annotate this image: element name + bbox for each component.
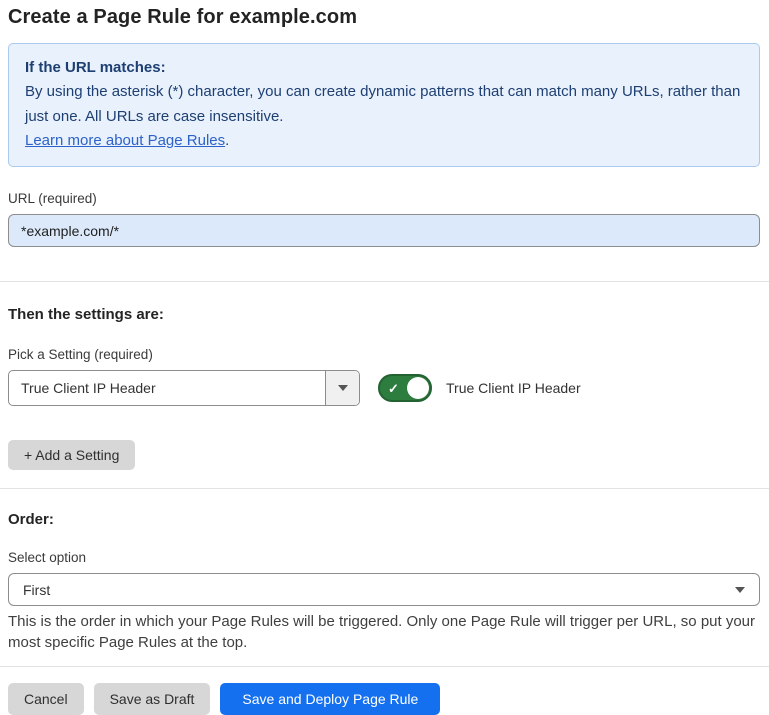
settings-section-heading: Then the settings are: bbox=[8, 306, 760, 323]
setting-row: True Client IP Header ✓ True Client IP H… bbox=[8, 370, 760, 406]
divider bbox=[0, 666, 769, 667]
setting-dropdown-arrow-box[interactable] bbox=[325, 371, 359, 405]
select-option-label: Select option bbox=[8, 550, 760, 565]
learn-more-link[interactable]: Learn more about Page Rules bbox=[25, 132, 225, 149]
info-box-link-line: Learn more about Page Rules. bbox=[25, 129, 743, 153]
toggle-label: True Client IP Header bbox=[446, 380, 581, 396]
order-section-heading: Order: bbox=[8, 511, 760, 528]
check-icon: ✓ bbox=[388, 382, 399, 395]
cancel-button[interactable]: Cancel bbox=[8, 683, 84, 715]
create-page-rule-form: Create a Page Rule for example.com If th… bbox=[0, 0, 769, 715]
true-client-ip-toggle[interactable]: ✓ bbox=[378, 374, 432, 402]
footer-actions: Cancel Save as Draft Save and Deploy Pag… bbox=[8, 683, 760, 715]
url-input-value: *example.com/* bbox=[21, 223, 119, 239]
add-setting-button[interactable]: + Add a Setting bbox=[8, 440, 135, 470]
divider bbox=[0, 488, 769, 489]
toggle-knob bbox=[407, 377, 429, 399]
info-box-body: By using the asterisk (*) character, you… bbox=[25, 80, 743, 129]
url-match-info-box: If the URL matches: By using the asteris… bbox=[8, 43, 760, 167]
order-select[interactable]: First bbox=[8, 573, 760, 606]
order-select-value: First bbox=[23, 582, 735, 598]
link-suffix: . bbox=[225, 132, 229, 149]
divider bbox=[0, 281, 769, 282]
url-input[interactable]: *example.com/* bbox=[8, 214, 760, 247]
page-title: Create a Page Rule for example.com bbox=[8, 6, 760, 29]
chevron-down-icon bbox=[338, 385, 348, 391]
url-field-label: URL (required) bbox=[8, 191, 760, 206]
info-box-heading: If the URL matches: bbox=[25, 56, 743, 80]
setting-dropdown-value: True Client IP Header bbox=[9, 371, 325, 405]
order-help-text: This is the order in which your Page Rul… bbox=[8, 612, 760, 653]
setting-dropdown[interactable]: True Client IP Header bbox=[8, 370, 360, 406]
chevron-down-icon bbox=[735, 587, 745, 593]
save-and-deploy-button[interactable]: Save and Deploy Page Rule bbox=[220, 683, 440, 715]
pick-setting-label: Pick a Setting (required) bbox=[8, 347, 760, 362]
save-as-draft-button[interactable]: Save as Draft bbox=[94, 683, 211, 715]
